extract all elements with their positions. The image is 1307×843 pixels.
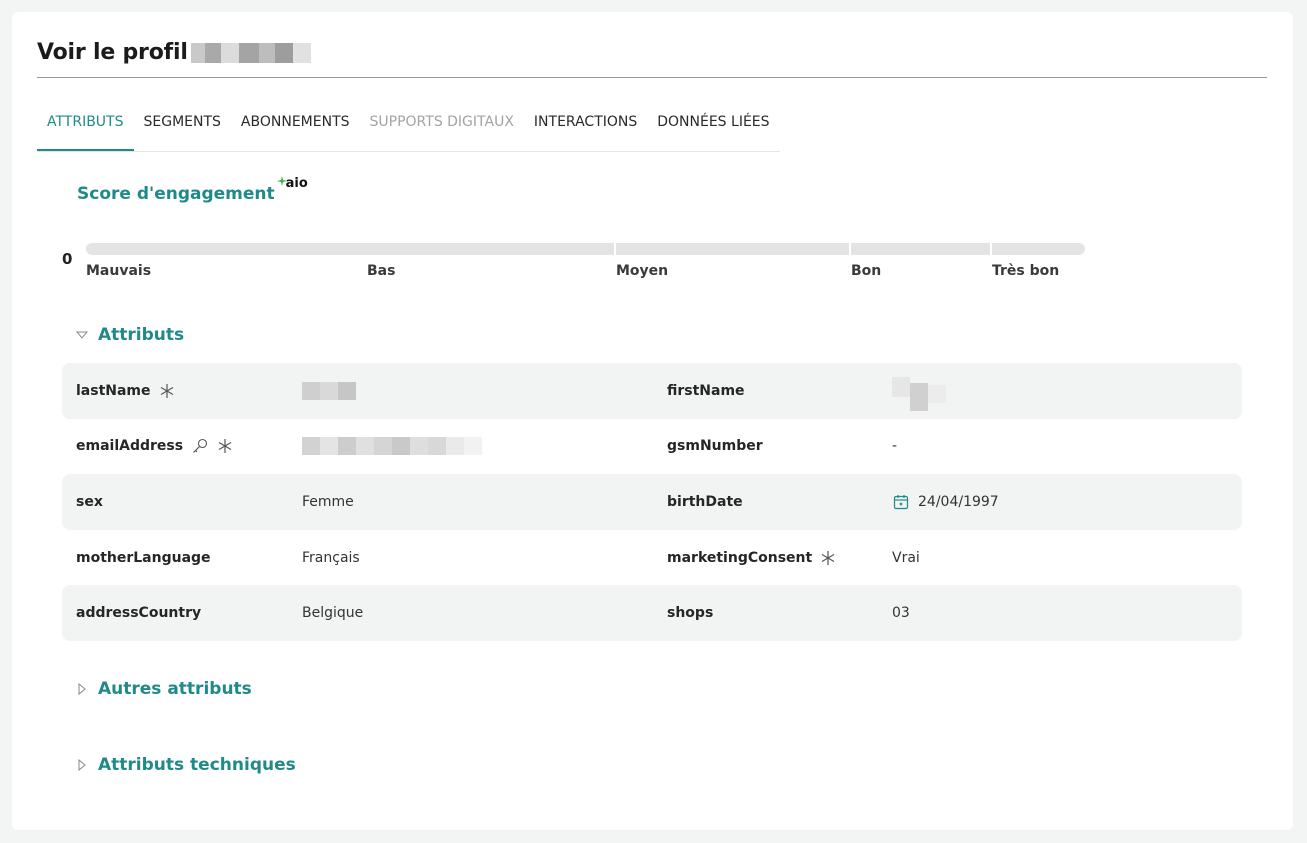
- attribute-key-motherlanguage: motherLanguage: [76, 549, 211, 566]
- score-segment-bon: [851, 243, 990, 255]
- attribute-value-emailaddress: [302, 419, 482, 475]
- attribute-value-addresscountry: Belgique: [302, 605, 364, 622]
- tab-donnees-liees[interactable]: DONNÉES LIÉES: [647, 110, 779, 151]
- asterisk-icon: [160, 383, 173, 398]
- attribute-key-lastname: lastName: [76, 363, 175, 419]
- profile-card: Voir le profil ATTRIBUTS SEGMENTS ABONNE…: [12, 12, 1293, 830]
- attribute-key-sex: sex: [76, 493, 103, 510]
- attribute-key-gsmnumber: gsmNumber: [667, 438, 763, 455]
- calendar-icon: [893, 494, 909, 510]
- redacted-profile-name: [190, 42, 311, 63]
- attribute-value-gsmnumber: -: [892, 438, 898, 455]
- tab-abonnements[interactable]: ABONNEMENTS: [231, 110, 360, 151]
- attribute-key-addresscountry: addressCountry: [76, 605, 202, 622]
- aio-badge-text: aio: [285, 176, 308, 191]
- section-label-attributs-techniques: Attributs techniques: [98, 755, 296, 775]
- attribute-value-birthdate-text: 24/04/1997: [918, 493, 999, 510]
- attribute-key-marketingconsent: marketingConsent: [667, 530, 836, 586]
- attribute-value-sex: Femme: [302, 493, 354, 510]
- tab-interactions[interactable]: INTERACTIONS: [524, 110, 647, 151]
- asterisk-icon: [218, 439, 232, 454]
- page-title-text: Voir le profil: [37, 40, 188, 65]
- attribute-key-marketingconsent-text: marketingConsent: [667, 549, 813, 566]
- attribute-value-shops: 03: [892, 605, 910, 622]
- attribute-key-emailaddress: emailAddress: [76, 419, 233, 475]
- attribute-key-birthdate: birthDate: [667, 493, 743, 510]
- attribute-row: sex Femme birthDate 24/04/1997: [62, 474, 1242, 530]
- section-label-attributs: Attributs: [98, 325, 185, 345]
- engagement-score-value: 0: [62, 250, 73, 268]
- asterisk-icon: [821, 550, 835, 565]
- attribute-value-birthdate: 24/04/1997: [892, 474, 999, 530]
- title-divider: [37, 77, 1267, 78]
- attribute-row: emailAddress gsmNumber -: [62, 419, 1242, 475]
- page-title: Voir le profil: [37, 40, 311, 65]
- engagement-score-bar: [86, 243, 1085, 255]
- attribute-row: motherLanguage Français marketingConsent…: [62, 530, 1242, 586]
- redacted-lastname: [302, 381, 356, 400]
- engagement-score-title: Score d'engagement aio: [77, 176, 308, 204]
- engagement-score-label: Score d'engagement: [77, 184, 275, 204]
- score-segment-tres-bon: [992, 243, 1085, 255]
- attribute-key-shops: shops: [667, 605, 714, 622]
- tab-supports-digitaux: SUPPORTS DIGITAUX: [369, 114, 514, 130]
- score-segment-moyen: [616, 243, 849, 255]
- caret-down-icon: [75, 331, 89, 339]
- attribute-key-emailaddress-text: emailAddress: [76, 438, 184, 455]
- caret-right-icon: [78, 682, 86, 696]
- redacted-emailaddress: [302, 437, 482, 456]
- score-level-bon: Bon: [851, 263, 882, 279]
- attribute-value-marketingconsent: Vrai: [892, 549, 920, 566]
- profile-tabs: ATTRIBUTS SEGMENTS ABONNEMENTS SUPPORTS …: [37, 110, 780, 152]
- attributes-table: lastName firstName emailAddress gsmNumbe…: [62, 363, 1242, 641]
- score-level-bas: Bas: [367, 263, 396, 279]
- score-level-moyen: Moyen: [616, 263, 669, 279]
- caret-right-icon: [78, 758, 86, 772]
- section-toggle-attributs-techniques[interactable]: Attributs techniques: [74, 755, 296, 775]
- tab-attributs[interactable]: ATTRIBUTS: [37, 110, 134, 151]
- attribute-value-motherlanguage: Français: [302, 549, 360, 566]
- attribute-key-firstname: firstName: [667, 382, 745, 399]
- score-level-tres-bon: Très bon: [992, 263, 1060, 279]
- attribute-value-lastname: [302, 363, 356, 419]
- section-toggle-autres-attributs[interactable]: Autres attributs: [74, 679, 252, 699]
- key-icon: [193, 439, 208, 454]
- attribute-row: lastName firstName: [62, 363, 1242, 419]
- score-level-mauvais: Mauvais: [86, 263, 152, 279]
- aio-badge: aio: [276, 176, 308, 191]
- score-segment-mauvais: [86, 243, 614, 255]
- attribute-row: addressCountry Belgique shops 03: [62, 585, 1242, 641]
- section-toggle-attributs[interactable]: Attributs: [74, 325, 184, 345]
- attribute-value-firstname: [892, 363, 946, 419]
- attribute-key-lastname-text: lastName: [76, 382, 151, 399]
- tab-segments[interactable]: SEGMENTS: [134, 110, 231, 151]
- section-label-autres-attributs: Autres attributs: [98, 679, 252, 699]
- redacted-firstname: [892, 376, 946, 411]
